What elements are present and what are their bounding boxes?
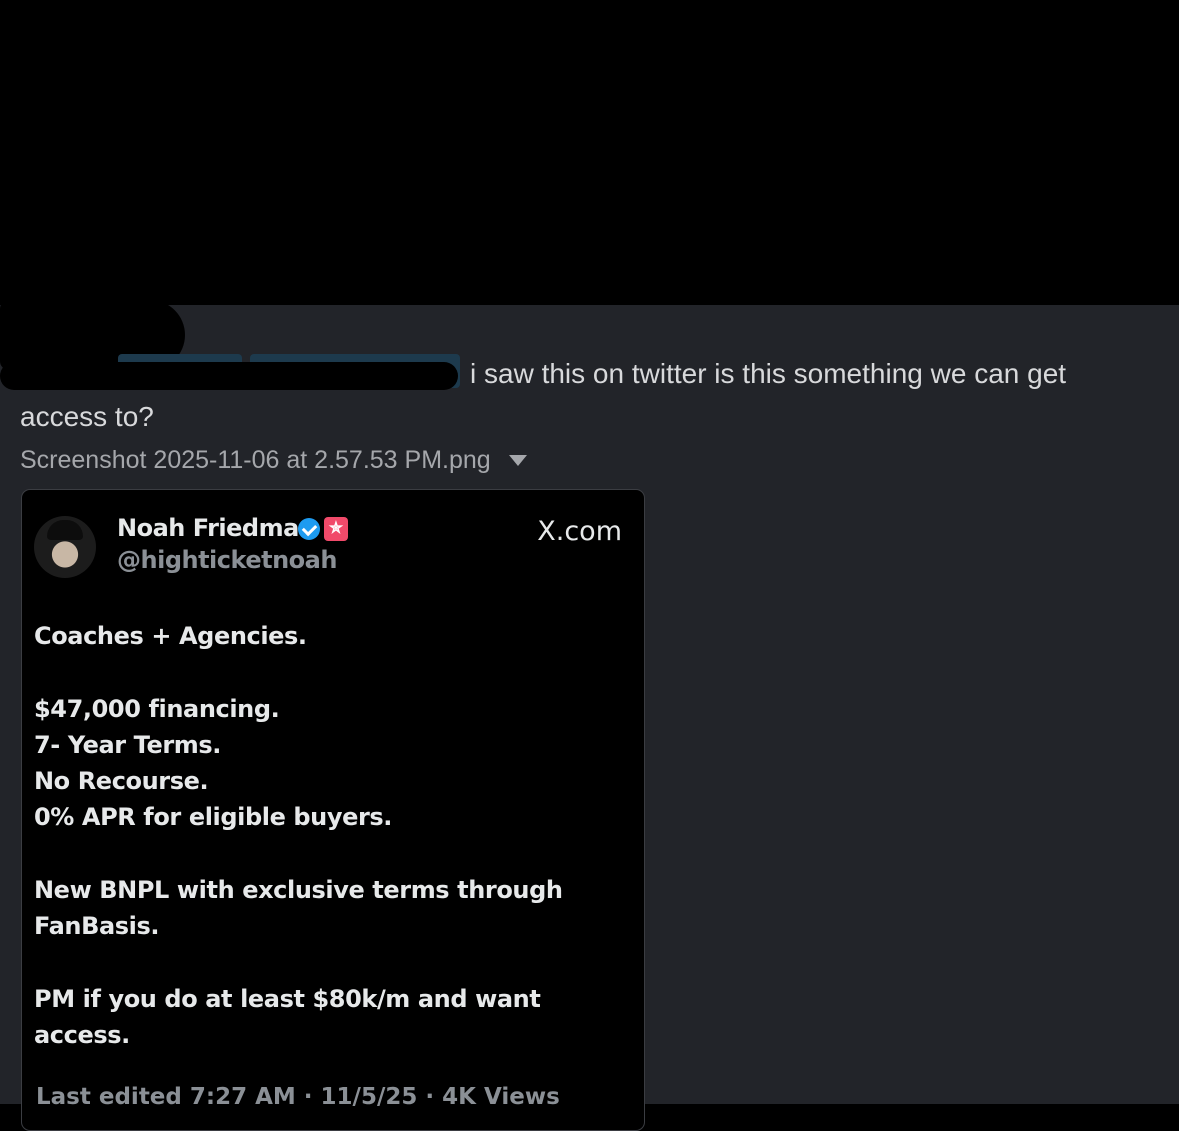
attachment-filename[interactable]: Screenshot 2025-11-06 at 2.57.53 PM.png (20, 446, 491, 475)
tweet-meta: Last edited 7:27 AM · 11/5/25 · 4K Views (36, 1084, 560, 1110)
tweet-line: PM if you do at least $80k/m and want (34, 984, 541, 1013)
message-line-2: access to? (20, 401, 154, 432)
tweet-line: Coaches + Agencies. (34, 622, 307, 650)
tweet-line: $47,000 financing. (34, 694, 280, 723)
top-black-region (0, 0, 1179, 305)
verified-badge-icon (298, 518, 320, 540)
message-text: i saw this on twitter is this something … (20, 352, 1140, 438)
tweet-line: 0% APR for eligible buyers. (34, 803, 393, 832)
chevron-down-icon[interactable] (508, 454, 527, 466)
tweet-line: 7- Year Terms. (34, 730, 221, 759)
affiliate-badge-icon: ✮ (324, 517, 348, 541)
tweet-line: access. (34, 1021, 130, 1050)
attachment-row[interactable]: Screenshot 2025-11-06 at 2.57.53 PM.png (20, 443, 527, 477)
tweet-body: Coaches + Agencies. $47,000 financing. 7… (34, 618, 614, 1090)
tweet-author-name: Noah Friedman (117, 514, 316, 542)
tweet-line: New BNPL with exclusive terms through (34, 876, 563, 905)
tweet-line: FanBasis. (34, 912, 160, 941)
tweet-line: No Recourse. (34, 767, 209, 796)
tweet-paragraph: Coaches + Agencies. (34, 618, 614, 654)
tweet-paragraph: PM if you do at least $80k/m and want ac… (34, 981, 614, 1054)
tweet-paragraph: $47,000 financing. 7- Year Terms. No Rec… (34, 691, 614, 836)
x-logo-label: X.com (537, 516, 622, 547)
message-line-1: i saw this on twitter is this something … (470, 358, 1067, 389)
tweet-author-handle: @highticketnoah (117, 546, 337, 574)
avatar (34, 516, 96, 578)
tweet-paragraph: New BNPL with exclusive terms through Fa… (34, 872, 614, 945)
tweet-screenshot-card[interactable]: Noah Friedman ✮ @highticketnoah X.com Co… (21, 489, 645, 1131)
